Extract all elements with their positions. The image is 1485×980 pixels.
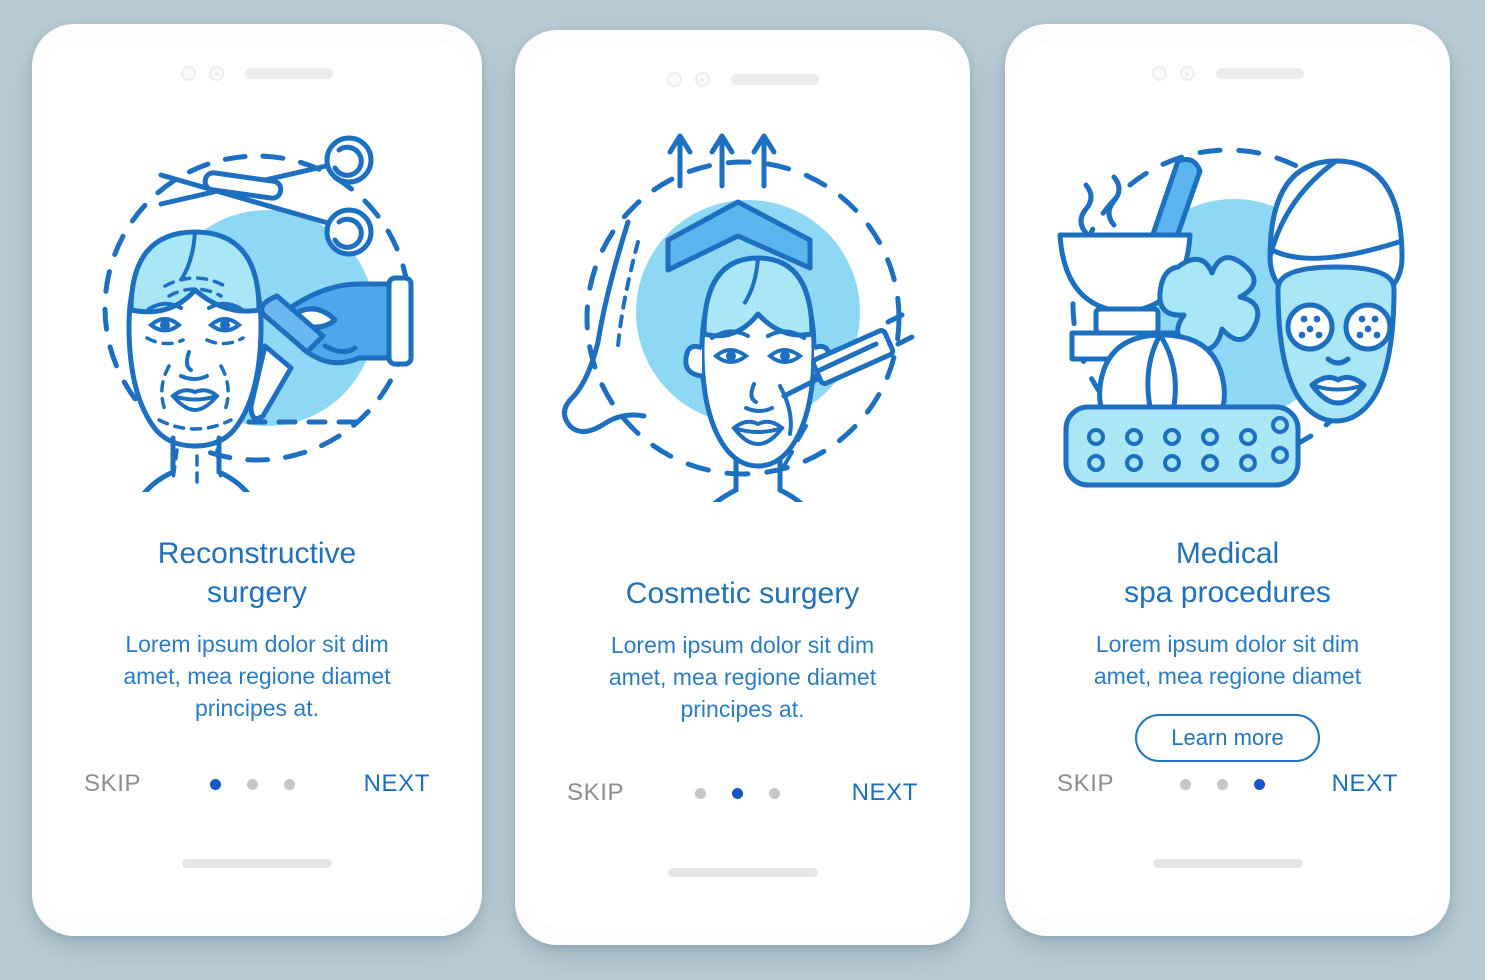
pagination-dot-1[interactable] [1180, 778, 1192, 790]
footer-nav: SKIP NEXT [1057, 770, 1398, 798]
speaker-grille-icon [1215, 68, 1304, 79]
text-block-cosmetic-surgery: Cosmetic surgery Lorem ipsum dolor sit d… [549, 574, 936, 725]
onboarding-screens-stage: Reconstructive surgery Lorem ipsum dolor… [0, 0, 1485, 980]
pagination-dot-2[interactable] [732, 787, 744, 799]
skip-button[interactable]: SKIP [567, 779, 624, 807]
page-subtitle: Lorem ipsum dolor sit dim amet, mea regi… [608, 632, 877, 722]
next-button[interactable]: NEXT [364, 770, 430, 798]
phone-top-bar [46, 66, 468, 81]
skip-button[interactable]: SKIP [84, 770, 141, 798]
pagination-dot-3[interactable] [769, 787, 781, 799]
phone-card-reconstructive-surgery: Reconstructive surgery Lorem ipsum dolor… [32, 24, 482, 936]
pagination-dots [695, 787, 781, 799]
camera-icon [181, 66, 196, 81]
face-with-scissors-and-scalpel-icon [102, 135, 414, 492]
illustration-cosmetic-surgery [529, 112, 956, 512]
speaker-grille-icon [730, 74, 819, 85]
skip-button[interactable]: SKIP [1057, 770, 1114, 798]
pagination-dot-2[interactable] [1217, 778, 1229, 790]
pagination-dots [209, 778, 295, 790]
page-subtitle: Lorem ipsum dolor sit dim amet, mea regi… [123, 631, 391, 721]
sensor-icon [209, 66, 224, 81]
phone-card-medical-spa-procedures: Medical spa procedures Lorem ipsum dolor… [1005, 24, 1450, 936]
phone-card-cosmetic-surgery: Cosmetic surgery Lorem ipsum dolor sit d… [515, 30, 970, 945]
pagination-dot-3[interactable] [1254, 778, 1266, 790]
pagination-dots [1180, 778, 1266, 790]
learn-more-button[interactable]: Learn more [1135, 714, 1320, 762]
pagination-dot-3[interactable] [283, 778, 295, 790]
text-block-medical-spa-procedures: Medical spa procedures Lorem ipsum dolor… [1039, 534, 1416, 762]
spa-mortar-towels-facemask-icon [1057, 147, 1404, 488]
pagination-dot-1[interactable] [695, 787, 707, 799]
sensor-icon [694, 72, 710, 87]
illustration-reconstructive-surgery [46, 106, 468, 506]
face-with-syringe-and-lift-arrows-icon [561, 133, 914, 502]
next-button[interactable]: NEXT [1332, 770, 1398, 798]
home-indicator[interactable] [667, 868, 818, 877]
learn-more-wrap: Learn more [1039, 714, 1416, 762]
pagination-dot-1[interactable] [209, 778, 221, 790]
screen-cosmetic-surgery: Cosmetic surgery Lorem ipsum dolor sit d… [529, 50, 956, 925]
illustration-medical-spa-procedures [1019, 106, 1436, 506]
page-title: Reconstructive surgery [157, 537, 357, 609]
camera-icon [1151, 66, 1167, 81]
sensor-icon [1179, 66, 1195, 81]
page-title: Medical spa procedures [1124, 537, 1331, 609]
screen-reconstructive-surgery: Reconstructive surgery Lorem ipsum dolor… [46, 44, 468, 916]
footer-nav: SKIP NEXT [567, 779, 918, 807]
text-block-reconstructive-surgery: Reconstructive surgery Lorem ipsum dolor… [66, 534, 448, 724]
phone-top-bar [529, 72, 956, 87]
next-button[interactable]: NEXT [852, 779, 918, 807]
phone-top-bar [1019, 66, 1436, 81]
camera-icon [666, 72, 682, 87]
pagination-dot-2[interactable] [246, 778, 258, 790]
home-indicator[interactable] [182, 859, 332, 868]
page-title: Cosmetic surgery [625, 577, 860, 610]
page-subtitle: Lorem ipsum dolor sit dim amet, mea regi… [1093, 631, 1362, 689]
speaker-grille-icon [245, 68, 333, 79]
footer-nav: SKIP NEXT [84, 770, 430, 798]
screen-medical-spa-procedures: Medical spa procedures Lorem ipsum dolor… [1019, 44, 1436, 916]
home-indicator[interactable] [1152, 859, 1303, 868]
